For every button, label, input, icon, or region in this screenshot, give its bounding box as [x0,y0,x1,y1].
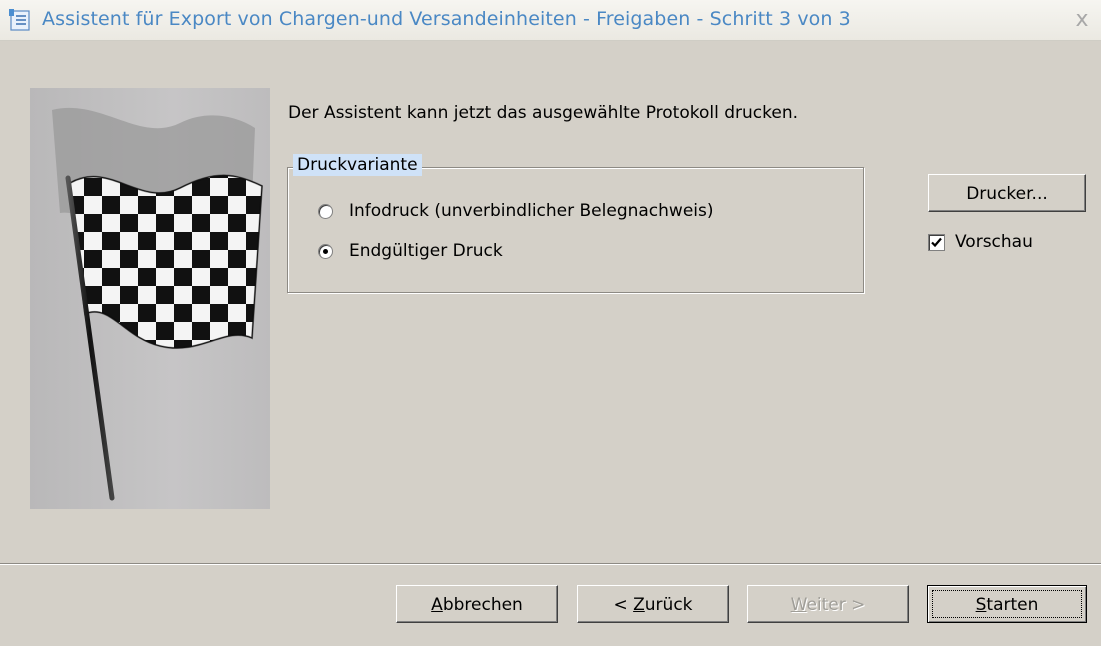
preview-checkbox-row[interactable]: Vorschau [928,232,1033,252]
radio-button-checked[interactable] [318,243,333,259]
window-title: Assistent für Export von Chargen-und Ver… [42,8,851,30]
cancel-button[interactable]: Abbrechen [396,585,558,623]
checkmark-icon [931,237,942,247]
radio-endgueltiger-druck[interactable]: Endgültiger Druck [318,241,503,261]
preview-checkbox[interactable] [928,233,945,251]
footer-separator [0,563,1101,565]
radio-infodruck[interactable]: Infodruck (unverbindlicher Belegnachweis… [318,201,714,221]
radio-button-unchecked[interactable] [318,203,333,219]
wizard-icon [8,8,32,32]
wizard-window: Assistent für Export von Chargen-und Ver… [0,0,1101,646]
group-legend: Druckvariante [293,154,422,176]
close-button[interactable]: x [1069,7,1095,33]
printer-button[interactable]: Drucker... [928,174,1086,212]
back-button[interactable]: < Zurück [577,585,729,623]
preview-label: Vorschau [955,232,1033,252]
next-button[interactable]: Weiter > [747,585,909,623]
print-variant-group: Druckvariante Infodruck (unverbindlicher… [287,154,864,293]
radio-label: Endgültiger Druck [349,241,503,261]
checkered-flag-image [30,88,270,509]
start-button[interactable]: Starten [927,585,1087,623]
title-bar[interactable]: Assistent für Export von Chargen-und Ver… [0,0,1101,41]
focus-rectangle [932,590,1082,618]
radio-label: Infodruck (unverbindlicher Belegnachweis… [349,201,714,221]
intro-text: Der Assistent kann jetzt das ausgewählte… [288,103,799,123]
